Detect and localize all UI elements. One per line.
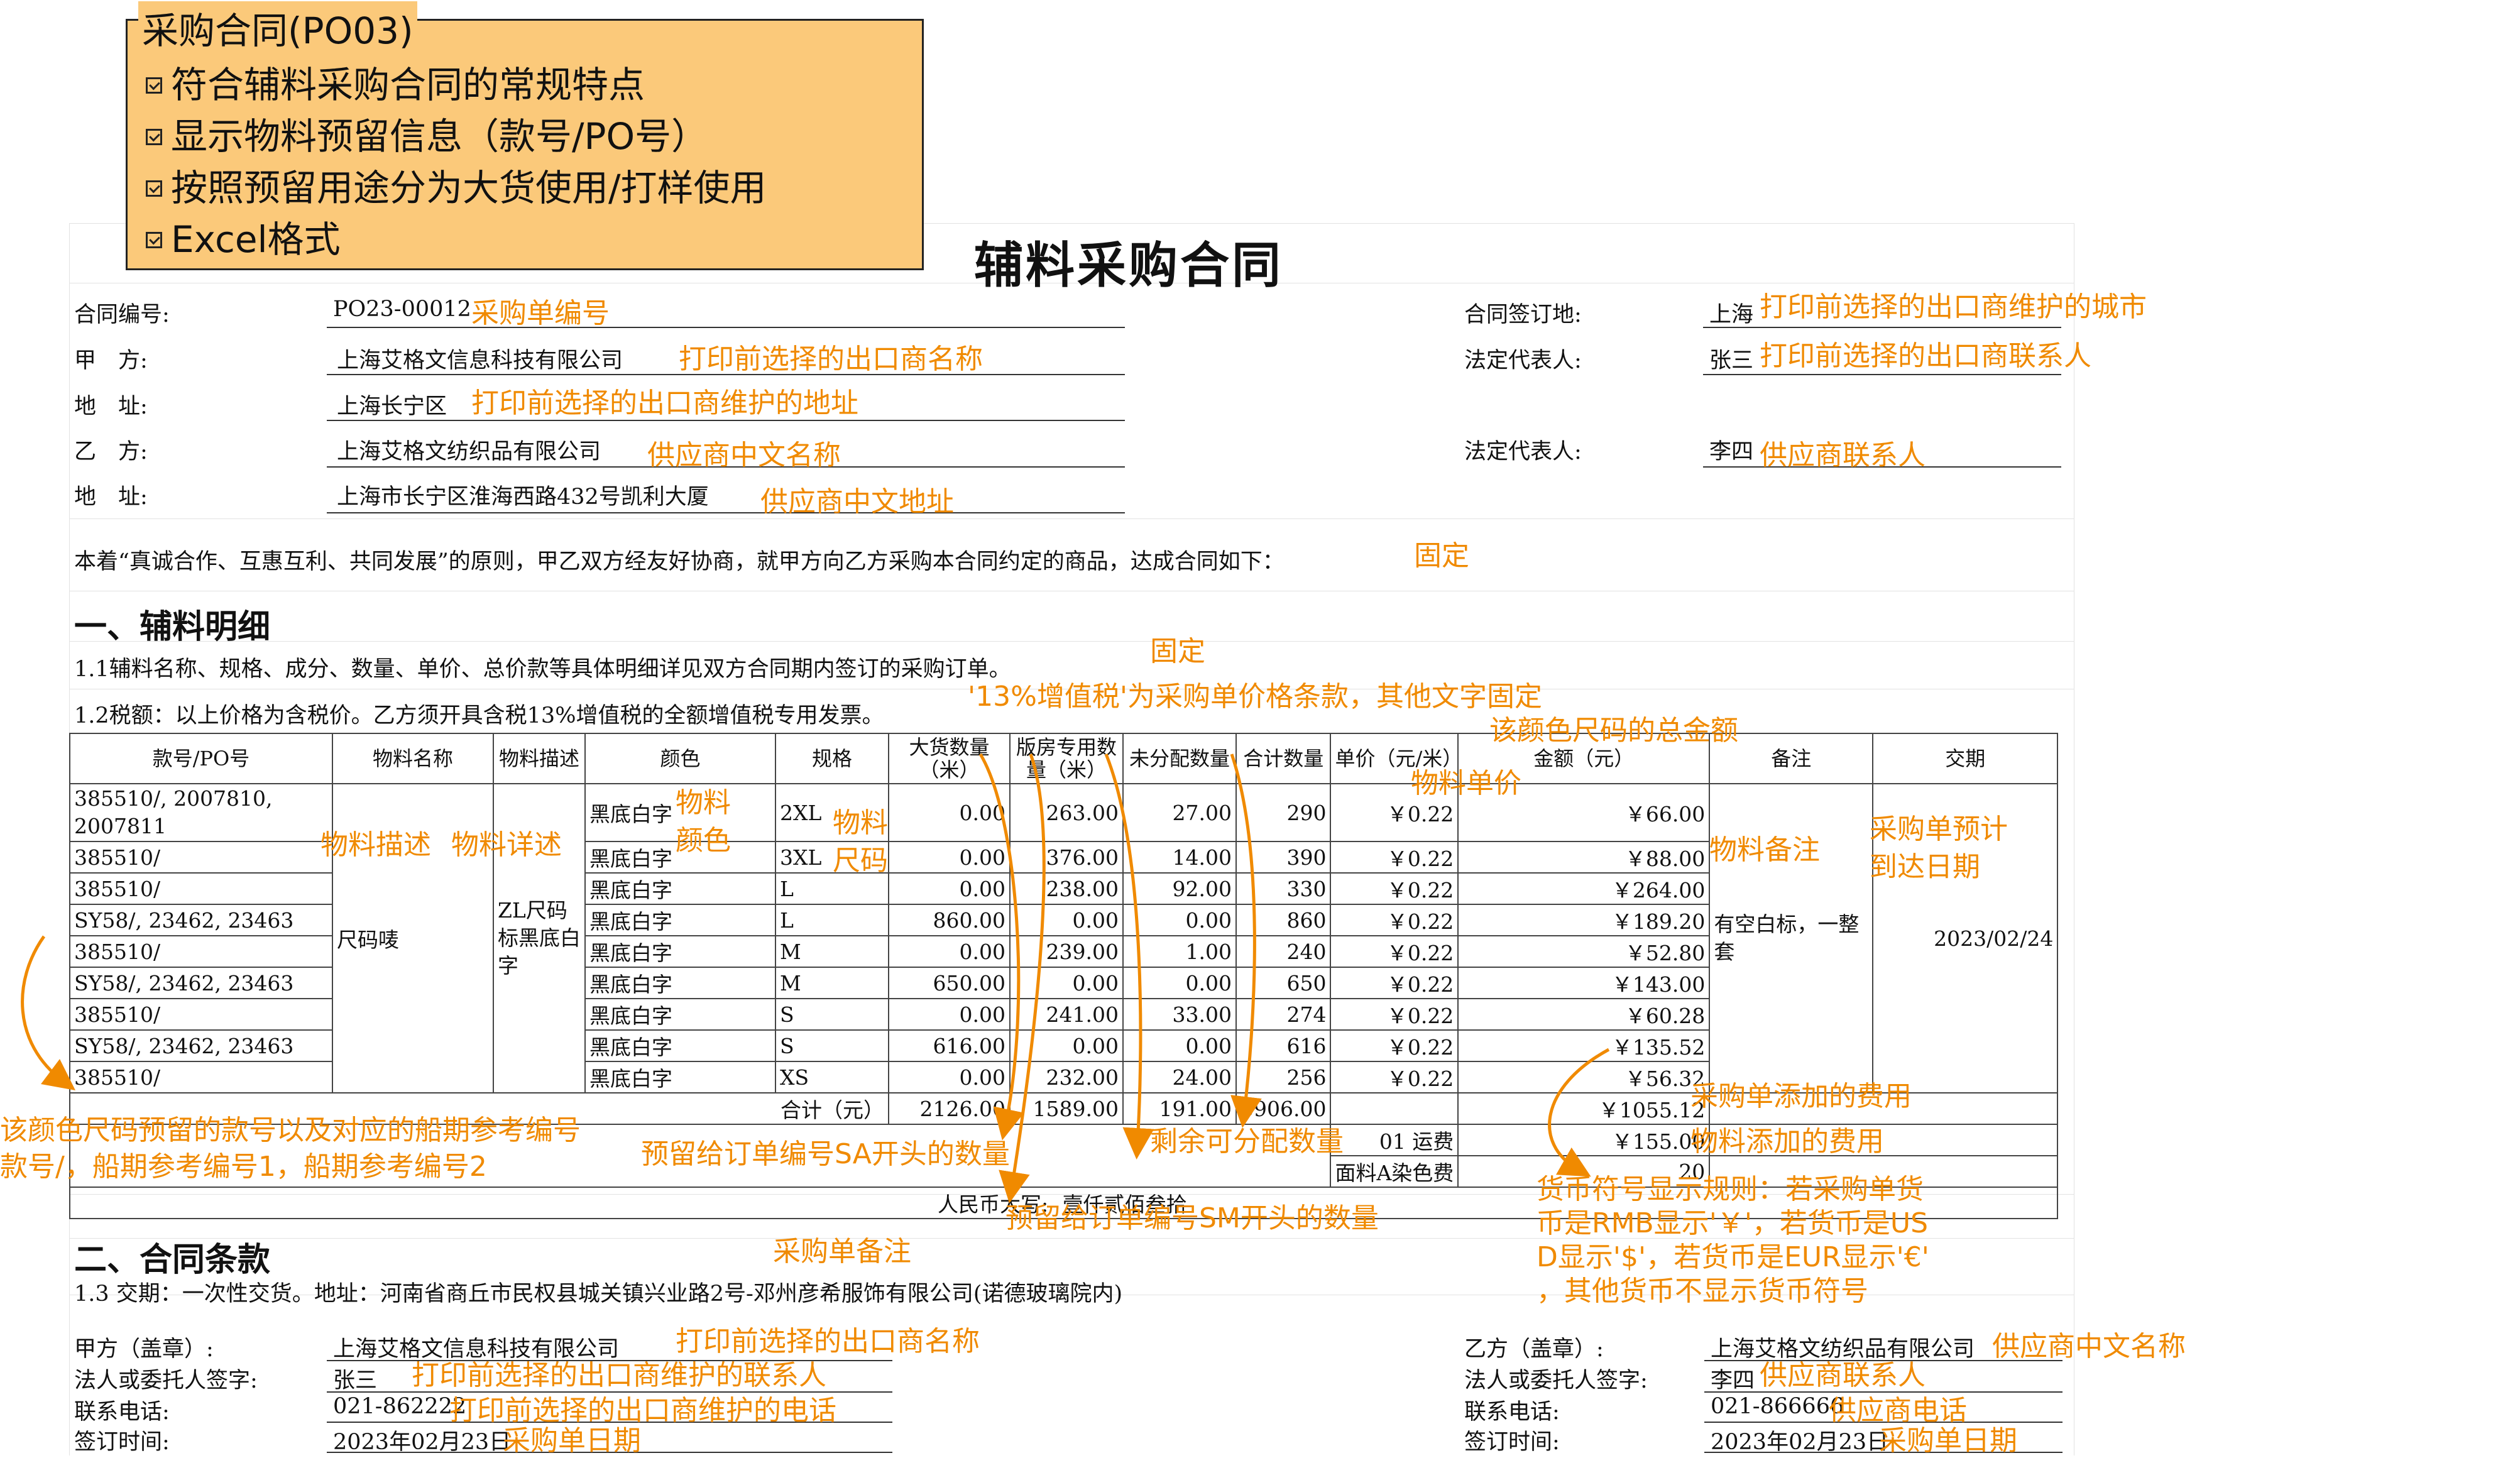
note-exporter-contact: 打印前选择的出口商联系人 xyxy=(1760,340,2091,372)
address-b-value: 上海市长宁区淮海西路432号凯利大厦 xyxy=(337,485,709,510)
note-material-desc: 物料描述 xyxy=(320,829,431,861)
checkbox-icon xyxy=(146,232,162,248)
note-material-remark: 物料备注 xyxy=(1709,834,1820,866)
note-style-format: 款号/，船期参考编号1，船期参考编号2 xyxy=(0,1151,487,1183)
contract-page: 采购合同(PO03) 符合辅料采购合同的常规特点 显示物料预留信息（款号/PO号… xyxy=(0,0,2520,1457)
footer-b-seal-label: 乙方（盖章）: xyxy=(1464,1337,1604,1362)
footer-b-rep-label: 法人或委托人签字: xyxy=(1464,1368,1648,1393)
header-total-qty: 合计数量 xyxy=(1235,733,1332,784)
arrow-reserved-style xyxy=(21,935,75,1091)
callout-item: 显示物料预留信息（款号/PO号） xyxy=(146,107,708,160)
note-reserved-style: 该颜色尺码预留的款号以及对应的船期参考编号 xyxy=(0,1114,581,1146)
address-a-value: 上海长宁区 xyxy=(337,394,447,419)
footer-a-date-label: 签订时间: xyxy=(74,1430,170,1455)
note-f-supplier-name: 供应商中文名称 xyxy=(1992,1330,2186,1362)
callout-title: 采购合同(PO03) xyxy=(138,1,417,54)
fee1-value: ￥155.00 xyxy=(1457,1124,1711,1156)
rep-b-label: 法定代表人: xyxy=(1464,439,1582,464)
checkbox-icon xyxy=(146,129,162,145)
party-a-value: 上海艾格文信息科技有限公司 xyxy=(337,348,623,373)
callout-item: 符合辅料采购合同的常规特点 xyxy=(146,55,645,108)
contract-no-value: PO23-00012 xyxy=(333,297,471,322)
section1-para1: 1.1辅料名称、规格、成分、数量、单价、总价款等具体明细详见双方合同期内签订的采… xyxy=(74,657,1011,682)
table-header-row: 款号/PO号 物料名称 物料描述 颜色 规格 大货数量（米） 版房专用数量（米）… xyxy=(69,733,2059,784)
note-sa-qty: 预留给订单编号SA开头的数量 xyxy=(641,1138,1010,1170)
footer-b-rep: 李四 xyxy=(1711,1368,1755,1393)
header-po: 款号/PO号 xyxy=(69,733,333,784)
header-size: 规格 xyxy=(775,733,889,784)
footer-a-tel: 021-862222 xyxy=(333,1394,467,1419)
fee2-label: 面料A染色费 xyxy=(1330,1155,1459,1188)
footer-b-tel-label: 联系电话: xyxy=(1464,1400,1560,1425)
footer-a-seal-label: 甲方（盖章）: xyxy=(74,1337,214,1362)
contract-no-label: 合同编号: xyxy=(74,302,170,327)
section1-title: 一、辅料明细 xyxy=(74,608,271,646)
footer-a-rep-label: 法人或委托人签字: xyxy=(74,1368,258,1393)
note-f-exporter-contact: 打印前选择的出口商维护的联系人 xyxy=(412,1359,826,1391)
note-supplier-cn-name: 供应商中文名称 xyxy=(647,439,841,471)
header-unallocated-qty: 未分配数量 xyxy=(1122,733,1237,784)
address-b-label: 地 址: xyxy=(74,485,148,510)
fee1-label: 01 运费 xyxy=(1330,1124,1459,1156)
header-material-desc: 物料描述 xyxy=(493,733,586,784)
rep-a-value: 张三 xyxy=(1709,348,1754,373)
note-po-fee: 采购单添加的费用 xyxy=(1690,1080,1912,1112)
note-f-po-date2: 采购单日期 xyxy=(1879,1425,2017,1457)
note-f-po-date: 采购单日期 xyxy=(503,1425,641,1457)
note-po-number: 采购单编号 xyxy=(471,297,610,329)
note-fixed: 固定 xyxy=(1150,635,1205,667)
section2-title: 二、合同条款 xyxy=(74,1241,271,1279)
note-remaining-qty: 剩余可分配数量 xyxy=(1150,1126,1344,1158)
note-currency-rule: 货币符号显示规则：若采购单货 币是RMB显示'￥'，若货币是US D显示'$'，… xyxy=(1537,1173,1929,1307)
header-bulk-qty: 大货数量（米） xyxy=(888,733,1011,784)
note-po-remark: 采购单备注 xyxy=(773,1236,911,1268)
note-f-supplier-contact: 供应商联系人 xyxy=(1760,1359,1926,1391)
note-material-color: 物料颜色 xyxy=(676,787,731,857)
note-exporter-address: 打印前选择的出口商维护的地址 xyxy=(471,387,858,419)
note-material-detail: 物料详述 xyxy=(451,829,562,861)
note-fixed: 固定 xyxy=(1414,540,1469,572)
callout-item: 按照预留用途分为大货使用/打样使用 xyxy=(146,158,767,211)
note-exporter-city: 打印前选择的出口商维护的城市 xyxy=(1760,291,2147,323)
checkbox-icon xyxy=(146,77,162,94)
footer-b-tel: 021-866666 xyxy=(1711,1394,1844,1419)
note-supplier-contact: 供应商联系人 xyxy=(1760,439,1926,471)
footer-b-date-label: 签订时间: xyxy=(1464,1430,1560,1455)
sum-bulk: 2126.00 xyxy=(888,1092,1011,1125)
intro-text: 本着“真诚合作、互惠互利、共同发展”的原则，甲乙双方经友好协商，就甲方向乙方采购… xyxy=(74,549,1285,574)
footer-a-tel-label: 联系电话: xyxy=(74,1400,170,1425)
note-po-eta: 采购单预计到达日期 xyxy=(1870,813,2008,883)
address-a-label: 地 址: xyxy=(74,394,148,419)
header-color: 颜色 xyxy=(584,733,776,784)
party-a-label: 甲 方: xyxy=(74,348,148,373)
section2-para1: 1.3 交期：一次性交货。地址：河南省商丘市民权县城关镇兴业路2号-邓州彦希服饰… xyxy=(74,1281,1123,1307)
sum-sample: 1589.00 xyxy=(1009,1092,1124,1125)
rep-a-label: 法定代表人: xyxy=(1464,348,1582,373)
note-material-price: 物料单价 xyxy=(1411,767,1521,799)
header-sample-qty: 版房专用数量（米） xyxy=(1009,733,1124,784)
checkbox-icon xyxy=(146,180,162,197)
note-material-size: 物料尺码 xyxy=(833,807,888,877)
rep-b-value: 李四 xyxy=(1709,439,1754,464)
note-sm-qty: 预留给订单编号SM开头的数量 xyxy=(1005,1202,1379,1234)
header-material-name: 物料名称 xyxy=(332,733,494,784)
note-material-fee: 物料添加的费用 xyxy=(1690,1126,1884,1158)
note-vat-rule: '13%增值税'为采购单价格条款，其他文字固定 xyxy=(968,681,1542,713)
sum-amount: ￥1055.12 xyxy=(1457,1092,1711,1125)
party-b-value: 上海艾格文纺织品有限公司 xyxy=(337,439,601,464)
note-supplier-cn-address: 供应商中文地址 xyxy=(760,486,954,518)
sign-place-label: 合同签订地: xyxy=(1464,302,1582,327)
note-color-size-total: 该颜色尺码的总金额 xyxy=(1489,715,1738,747)
note-exporter-name: 打印前选择的出口商名称 xyxy=(679,343,983,375)
party-b-label: 乙 方: xyxy=(74,439,148,464)
document-title: 辅料采购合同 xyxy=(974,238,1284,294)
section1-para2: 1.2税额：以上价格为含税价。乙方须开具含税13%增值税的全额增值税专用发票。 xyxy=(74,703,884,728)
sign-place-value: 上海 xyxy=(1709,302,1754,327)
footer-a-rep: 张三 xyxy=(333,1368,378,1393)
header-delivery: 交期 xyxy=(1872,733,2059,784)
callout-item: Excel格式 xyxy=(146,210,341,263)
